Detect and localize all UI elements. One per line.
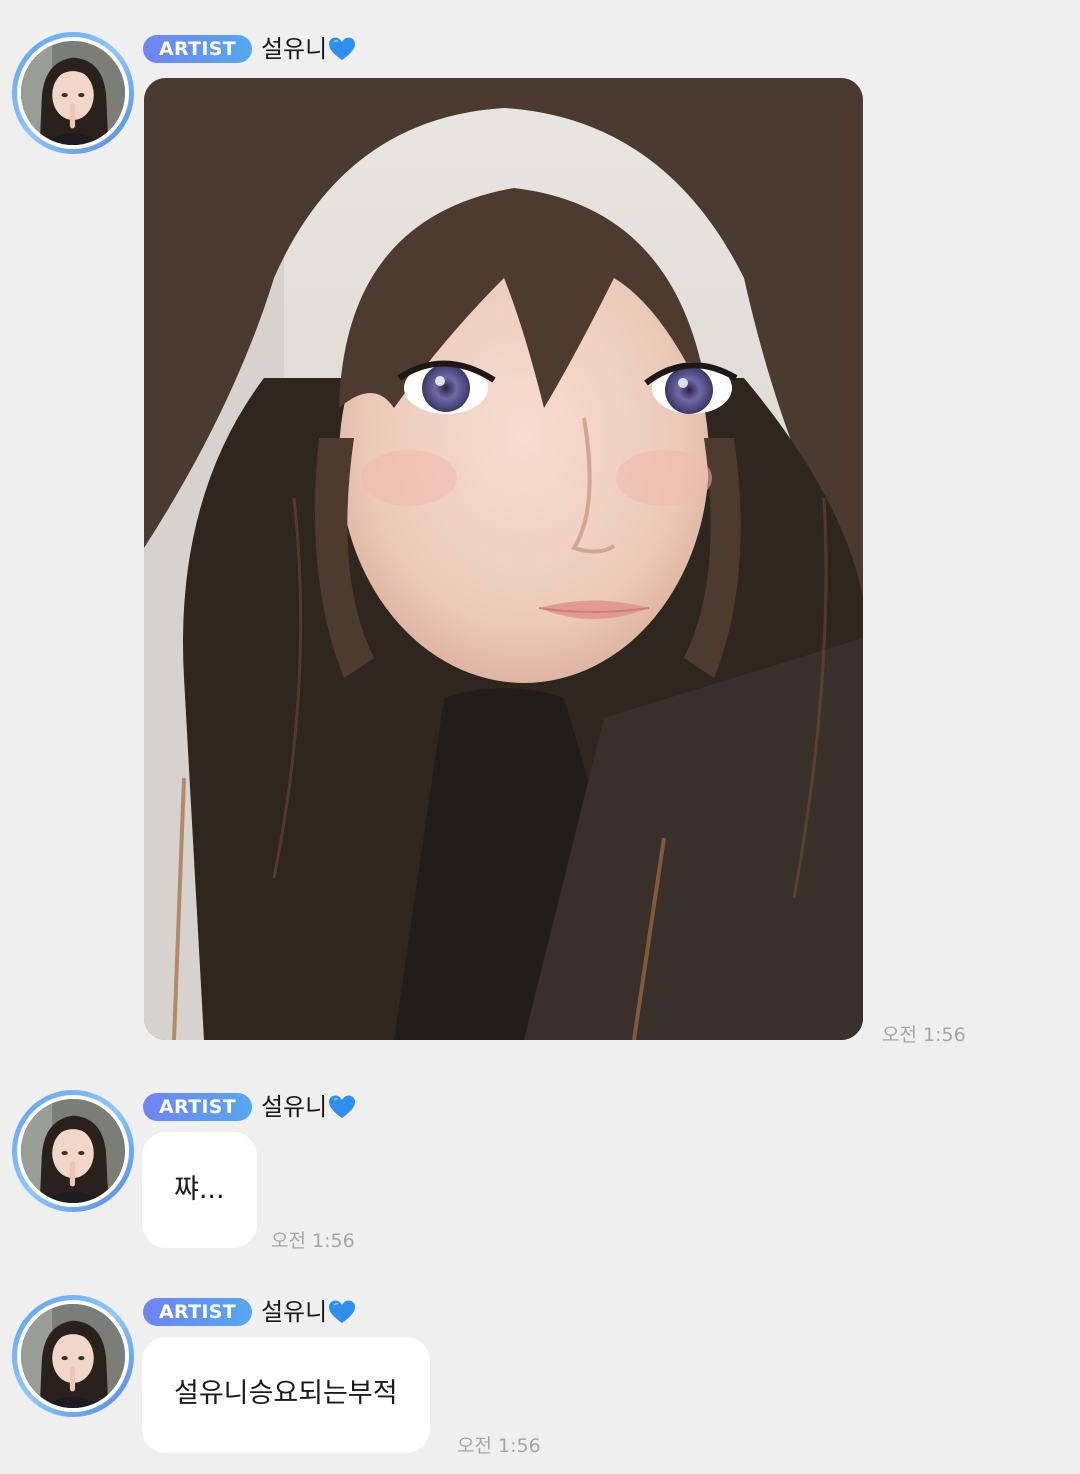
sender-name: 설유니 <box>260 35 328 63</box>
message-timestamp: 오전 1:56 <box>271 1230 355 1252</box>
blue-heart-icon <box>328 1299 356 1325</box>
message-bubble[interactable]: 쨔... <box>142 1132 257 1248</box>
avatar-photo-icon <box>21 1304 125 1408</box>
sender-name: 설유니 <box>260 1298 328 1326</box>
blue-heart-icon <box>328 1094 356 1120</box>
avatar-photo-icon <box>21 41 125 145</box>
avatar[interactable] <box>12 1090 134 1212</box>
message-header: ARTIST 설유니 <box>143 34 356 64</box>
artist-badge: ARTIST <box>143 35 252 63</box>
artist-badge: ARTIST <box>143 1093 252 1121</box>
message-header: ARTIST 설유니 <box>143 1297 356 1327</box>
message-bubble[interactable]: 설유니승요되는부적 <box>142 1337 430 1453</box>
message-header: ARTIST 설유니 <box>143 1092 356 1122</box>
sender-name: 설유니 <box>260 1093 328 1121</box>
photo-message[interactable] <box>144 78 863 1040</box>
artist-badge: ARTIST <box>143 1298 252 1326</box>
message-timestamp: 오전 1:56 <box>457 1435 541 1457</box>
chat-view: ARTIST 설유니 오전 1:56 ARTIST 설유니 쨔... 오전 1:… <box>0 0 1080 1474</box>
avatar[interactable] <box>12 1295 134 1417</box>
avatar-photo-icon <box>21 1099 125 1203</box>
avatar[interactable] <box>12 32 134 154</box>
selfie-photo <box>144 78 863 1040</box>
message-timestamp: 오전 1:56 <box>882 1024 966 1046</box>
blue-heart-icon <box>328 36 356 62</box>
